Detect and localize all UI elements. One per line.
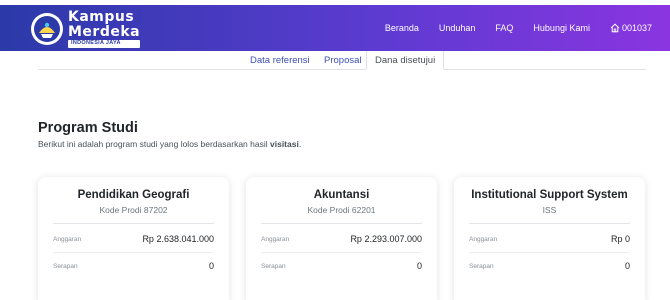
serapan-value: 0 — [416, 261, 422, 271]
nav-link-hubungi-kami[interactable]: Hubungi Kami — [533, 23, 590, 33]
row-divider — [261, 252, 422, 253]
anggaran-value: Rp 2.293.007.000 — [350, 234, 422, 244]
anggaran-label: Anggaran — [53, 235, 82, 243]
tab-bar: Data referensi Proposal Dana disetujui — [38, 51, 646, 70]
card-divider — [261, 223, 422, 224]
brand-line1: Kampus — [68, 9, 135, 26]
anggaran-row: Anggaran Rp 0 — [469, 232, 630, 246]
anggaran-value: Rp 0 — [610, 234, 630, 244]
serapan-row: Serapan 0 — [469, 259, 630, 273]
anggaran-label: Anggaran — [469, 235, 498, 243]
serapan-value: 0 — [208, 261, 214, 271]
prodi-code: ISS — [542, 205, 557, 215]
tab-dana-disetujui[interactable]: Dana disetujui — [366, 51, 445, 70]
prodi-name: Akuntansi — [313, 189, 370, 201]
prodi-card[interactable]: Akuntansi Kode Prodi 62201 Anggaran Rp 2… — [246, 177, 437, 300]
anggaran-value: Rp 2.638.041.000 — [142, 234, 214, 244]
prodi-card[interactable]: Institutional Support System ISS Anggara… — [454, 177, 645, 300]
brand-line2: Merdeka — [68, 24, 141, 41]
navbar: Kampus Merdeka INDONESIA JAYA Beranda Un… — [0, 5, 670, 51]
section-title: Program Studi — [38, 120, 138, 136]
serapan-row: Serapan 0 — [53, 259, 214, 273]
tab-proposal[interactable]: Proposal — [324, 51, 362, 70]
tab-data-referensi[interactable]: Data referensi — [250, 51, 310, 70]
prodi-code: Kode Prodi 62201 — [307, 205, 376, 215]
prodi-card[interactable]: Pendidikan Geografi Kode Prodi 87202 Ang… — [38, 177, 229, 300]
prodi-code: Kode Prodi 87202 — [99, 205, 168, 215]
card-divider — [53, 223, 214, 224]
brand-subline: INDONESIA JAYA — [68, 40, 141, 48]
row-divider — [53, 252, 214, 253]
user-account-link[interactable]: 001037 — [610, 23, 652, 33]
serapan-label: Serapan — [261, 262, 286, 270]
section-description: Berikut ini adalah program studi yang lo… — [38, 139, 301, 149]
brand-logo[interactable]: Kampus Merdeka INDONESIA JAYA — [30, 9, 141, 48]
nav-link-faq[interactable]: FAQ — [495, 23, 513, 33]
anggaran-row: Anggaran Rp 2.638.041.000 — [53, 232, 214, 246]
kampus-merdeka-emblem-icon — [31, 13, 63, 45]
row-divider — [469, 252, 630, 253]
serapan-label: Serapan — [469, 262, 494, 270]
home-icon — [610, 23, 620, 33]
card-divider — [469, 223, 630, 224]
nav-links: Beranda Unduhan FAQ Hubungi Kami 001037 — [365, 5, 652, 51]
serapan-value: 0 — [624, 261, 630, 271]
serapan-row: Serapan 0 — [261, 259, 422, 273]
nav-link-beranda[interactable]: Beranda — [385, 23, 419, 33]
anggaran-row: Anggaran Rp 2.293.007.000 — [261, 232, 422, 246]
brand-wordmark: Kampus Merdeka INDONESIA JAYA — [68, 9, 141, 48]
description-suffix: . — [298, 139, 302, 149]
prodi-name: Pendidikan Geografi — [77, 189, 190, 201]
user-id-label: 001037 — [621, 23, 652, 33]
description-bold: visitasi — [270, 139, 299, 149]
prodi-name: Institutional Support System — [471, 189, 628, 201]
anggaran-label: Anggaran — [261, 235, 290, 243]
description-prefix: Berikut ini adalah program studi yang lo… — [38, 139, 270, 149]
nav-link-unduhan[interactable]: Unduhan — [439, 23, 476, 33]
serapan-label: Serapan — [53, 262, 78, 270]
